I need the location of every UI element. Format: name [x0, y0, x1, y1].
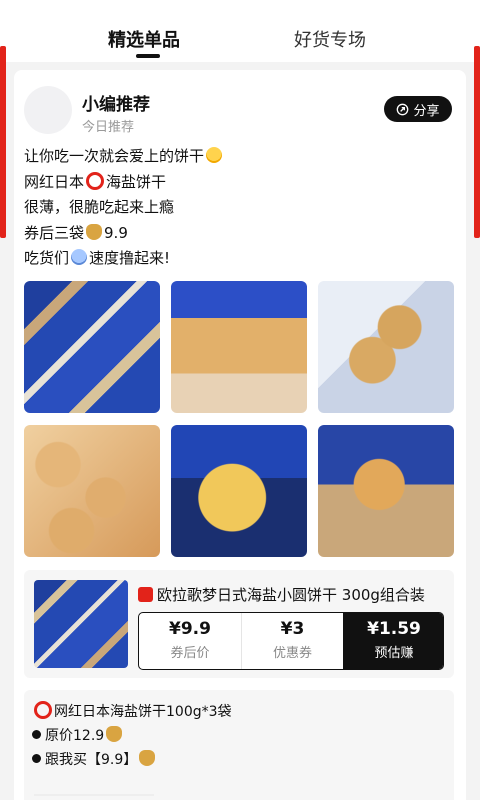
- bullet-icon: [32, 754, 41, 763]
- price-after-coupon-value: ¥9.9: [169, 619, 211, 639]
- screaming-face-icon: [71, 249, 88, 265]
- photo-cookie-held-hand[interactable]: [318, 425, 454, 557]
- note-divider: [34, 794, 154, 796]
- note-box: 网红日本海盐饼干100g*3袋 原价12.9 跟我买【9.9】: [24, 690, 454, 800]
- post-line-1-text: 让你吃一次就会爱上的饼干: [24, 147, 205, 165]
- top-tabs: 精选单品 好货专场: [0, 0, 480, 62]
- post-line-5-text-b: 速度撸起来!: [89, 249, 171, 267]
- note-line-1-text: 网红日本海盐饼干100g*3袋: [54, 704, 232, 720]
- coupon-amount: ¥3 优惠券: [241, 613, 343, 669]
- right-red-accent: [474, 46, 480, 238]
- note-lines: 网红日本海盐饼干100g*3袋 原价12.9 跟我买【9.9】: [32, 700, 232, 772]
- photo-cookie-packs-box[interactable]: [24, 281, 160, 413]
- money-bag-icon: [106, 726, 123, 742]
- post-line-2: 网红日本 海盐饼干: [24, 170, 454, 196]
- tab-good-deals[interactable]: 好货专场: [294, 26, 366, 52]
- note-line-2: 原价12.9: [32, 724, 232, 748]
- price-after-coupon: ¥9.9 券后价: [139, 613, 241, 669]
- coupon-amount-label: 优惠券: [272, 646, 312, 661]
- photo-cookies-in-bag[interactable]: [318, 281, 454, 413]
- note-line-3: 跟我买【9.9】: [32, 748, 232, 772]
- photo-single-cracker[interactable]: [171, 425, 307, 557]
- post-line-5: 吃货们 速度撸起来!: [24, 246, 454, 272]
- post-subtitle: 今日推荐: [82, 120, 135, 135]
- product-title-row: 欧拉歌梦日式海盐小圆饼干 300g组合装: [138, 584, 444, 605]
- post-card: 小编推荐 今日推荐 分享 让你吃一次就会爱上的饼干 网红日本 海盐饼干 很薄，很脆…: [14, 70, 466, 800]
- photo-grid: [24, 281, 454, 557]
- product-title: 欧拉歌梦日式海盐小圆饼干 300g组合装: [157, 586, 425, 604]
- note-line-2-text: 原价12.9: [45, 728, 105, 744]
- note-line-1: 网红日本海盐饼干100g*3袋: [32, 700, 232, 724]
- product-thumbnail[interactable]: [34, 580, 128, 668]
- photo-cookies-stacked[interactable]: [24, 425, 160, 557]
- share-label: 分享: [413, 103, 440, 119]
- tmall-badge-icon: [138, 587, 153, 602]
- estimated-earning-label: 预估赚: [374, 646, 414, 661]
- post-line-1: 让你吃一次就会爱上的饼干: [24, 144, 454, 170]
- product-card[interactable]: 欧拉歌梦日式海盐小圆饼干 300g组合装 ¥9.9 券后价 ¥3 优惠券 ¥1.…: [24, 570, 454, 678]
- tab-selected-items[interactable]: 精选单品: [108, 26, 180, 52]
- avatar[interactable]: [24, 86, 72, 134]
- post-line-2-text-b: 海盐饼干: [106, 172, 167, 191]
- price-after-coupon-label: 券后价: [170, 646, 210, 661]
- post-text: 让你吃一次就会爱上的饼干 网红日本 海盐饼干 很薄，很脆吃起来上瘾 券后三袋 9.9…: [24, 144, 454, 272]
- bullet-icon: [32, 730, 41, 739]
- coupon-amount-value: ¥3: [280, 619, 305, 639]
- post-line-5-text-a: 吃货们: [24, 249, 70, 267]
- left-red-accent: [0, 46, 6, 238]
- author-name: 小编推荐: [82, 95, 150, 115]
- post-line-4-text-b: 9.9: [104, 223, 128, 242]
- post-line-2-text-a: 网红日本: [24, 172, 85, 191]
- photo-cookie-pack-hand[interactable]: [171, 281, 307, 413]
- estimated-earning-value: ¥1.59: [367, 619, 421, 639]
- money-bag-icon: [86, 223, 103, 240]
- post-line-4-text-a: 券后三袋: [24, 223, 85, 242]
- red-ring-icon: [34, 701, 52, 719]
- post-line-4: 券后三袋 9.9: [24, 221, 454, 247]
- heart-eyes-emoji-icon: [206, 147, 223, 163]
- money-bag-icon: [139, 750, 156, 766]
- active-tab-indicator: [136, 54, 160, 58]
- post-line-3-text: 很薄，很脆吃起来上瘾: [24, 198, 175, 216]
- price-box: ¥9.9 券后价 ¥3 优惠券 ¥1.59 预估赚: [138, 612, 444, 670]
- note-line-3-text: 跟我买【9.9】: [45, 752, 138, 768]
- share-button[interactable]: 分享: [384, 96, 452, 122]
- estimated-earning[interactable]: ¥1.59 预估赚: [343, 613, 443, 669]
- red-ring-icon: [86, 171, 105, 190]
- post-line-3: 很薄，很脆吃起来上瘾: [24, 195, 454, 221]
- share-icon: [397, 103, 409, 115]
